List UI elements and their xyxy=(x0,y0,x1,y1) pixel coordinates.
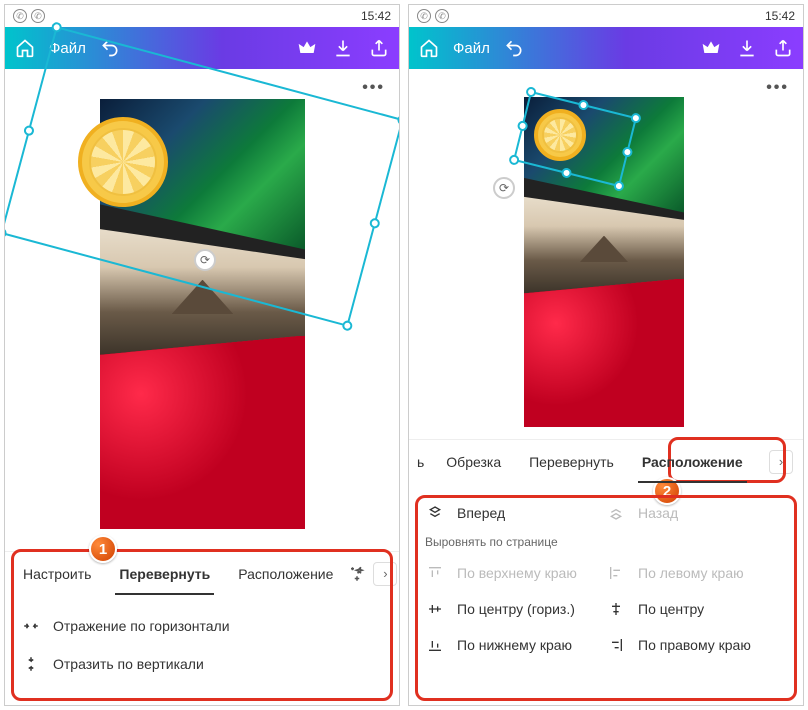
tab-adjust[interactable]: Настроить xyxy=(9,552,105,595)
tab-crop[interactable]: Обрезка xyxy=(432,440,515,483)
status-bar: ✆✆ 15:42 xyxy=(409,5,803,27)
selection-box[interactable] xyxy=(4,26,400,327)
option-align-center[interactable]: По центру xyxy=(606,591,787,627)
more-icon[interactable]: ••• xyxy=(766,79,789,97)
align-center-icon xyxy=(606,601,626,617)
resize-handle[interactable] xyxy=(369,217,381,229)
more-icon[interactable]: ••• xyxy=(362,79,385,97)
option-label: По нижнему краю xyxy=(457,637,572,653)
option-flip-horizontal[interactable]: Отражение по горизонтали xyxy=(21,607,383,645)
design-canvas[interactable] xyxy=(524,97,684,427)
tab-position[interactable]: Расположение xyxy=(224,552,347,595)
align-left-icon xyxy=(606,565,626,581)
share-icon[interactable] xyxy=(773,38,793,58)
phone-left: ✆✆ 15:42 Файл ••• xyxy=(4,4,400,706)
crown-icon[interactable] xyxy=(701,38,721,58)
share-icon[interactable] xyxy=(369,38,389,58)
resize-handle[interactable] xyxy=(4,227,8,239)
align-center-h-icon xyxy=(425,601,445,617)
canvas-area[interactable]: ••• ⟳ xyxy=(5,69,399,551)
option-align-left: По левому краю xyxy=(606,555,787,591)
resize-handle[interactable] xyxy=(508,154,520,166)
flip-h-icon xyxy=(21,617,41,635)
backward-icon xyxy=(606,505,626,521)
align-top-icon xyxy=(425,565,445,581)
option-label: Отражение по горизонтали xyxy=(53,618,230,634)
position-panel: Вперед Назад Выровнять по странице По ве… xyxy=(409,483,803,675)
tab-position[interactable]: Расположение xyxy=(628,440,757,483)
option-label: Вперед xyxy=(457,505,505,521)
flip-v-icon xyxy=(21,655,41,673)
status-time: 15:42 xyxy=(765,9,795,23)
forward-icon xyxy=(425,505,445,521)
download-icon[interactable] xyxy=(737,38,757,58)
option-flip-vertical[interactable]: Отразить по вертикали xyxy=(21,645,383,683)
option-label: По верхнему краю xyxy=(457,565,577,581)
raspberry-photo xyxy=(524,279,684,428)
option-label: По центру xyxy=(638,601,704,617)
option-bring-forward[interactable]: Вперед xyxy=(425,495,606,531)
tab-flip[interactable]: Перевернуть xyxy=(105,552,224,595)
align-right-icon xyxy=(606,637,626,653)
resize-handle[interactable] xyxy=(23,124,35,136)
option-align-bottom[interactable]: По нижнему краю xyxy=(425,627,606,663)
rotate-handle[interactable]: ⟳ xyxy=(493,177,515,199)
status-icons-left: ✆✆ xyxy=(13,9,45,23)
option-label: Назад xyxy=(638,505,678,521)
status-icons-left: ✆✆ xyxy=(417,9,449,23)
option-send-backward: Назад xyxy=(606,495,787,531)
undo-icon[interactable] xyxy=(504,38,524,58)
resize-handle[interactable] xyxy=(396,114,400,126)
tab-strip: ь Обрезка Перевернуть Расположение › xyxy=(409,439,803,483)
home-icon[interactable] xyxy=(15,38,35,58)
align-bottom-icon xyxy=(425,637,445,653)
tab-flip[interactable]: Перевернуть xyxy=(515,440,628,483)
tab-cut-partial[interactable]: ь xyxy=(413,440,432,483)
phone-right: ✆✆ 15:42 Файл ••• xyxy=(408,4,804,706)
download-icon[interactable] xyxy=(333,38,353,58)
option-label: По левому краю xyxy=(638,565,744,581)
resize-handle[interactable] xyxy=(525,86,537,98)
option-align-right[interactable]: По правому краю xyxy=(606,627,787,663)
option-label: По правому краю xyxy=(638,637,751,653)
rotate-handle[interactable]: ⟳ xyxy=(194,249,216,271)
magic-icon[interactable] xyxy=(347,564,367,584)
canvas-area[interactable]: ••• ⟳ xyxy=(409,69,803,439)
flip-panel: Отражение по горизонтали Отразить по вер… xyxy=(5,595,399,695)
chevron-right-icon[interactable]: › xyxy=(373,562,397,586)
resize-handle[interactable] xyxy=(517,120,529,132)
tab-strip: Настроить Перевернуть Расположение › xyxy=(5,551,399,595)
option-label: Отразить по вертикали xyxy=(53,656,204,672)
status-time: 15:42 xyxy=(361,9,391,23)
align-section-label: Выровнять по странице xyxy=(425,531,787,555)
file-menu[interactable]: Файл xyxy=(453,40,490,57)
status-bar: ✆✆ 15:42 xyxy=(5,5,399,27)
raspberry-photo xyxy=(100,336,305,530)
chevron-right-icon[interactable]: › xyxy=(769,450,793,474)
top-bar: Файл xyxy=(409,27,803,69)
resize-handle[interactable] xyxy=(341,320,353,332)
crown-icon[interactable] xyxy=(297,38,317,58)
design-canvas[interactable]: ⟳ xyxy=(100,99,305,529)
option-label: По центру (гориз.) xyxy=(457,601,575,617)
option-align-top: По верхнему краю xyxy=(425,555,606,591)
option-align-center-h[interactable]: По центру (гориз.) xyxy=(425,591,606,627)
home-icon[interactable] xyxy=(419,38,439,58)
